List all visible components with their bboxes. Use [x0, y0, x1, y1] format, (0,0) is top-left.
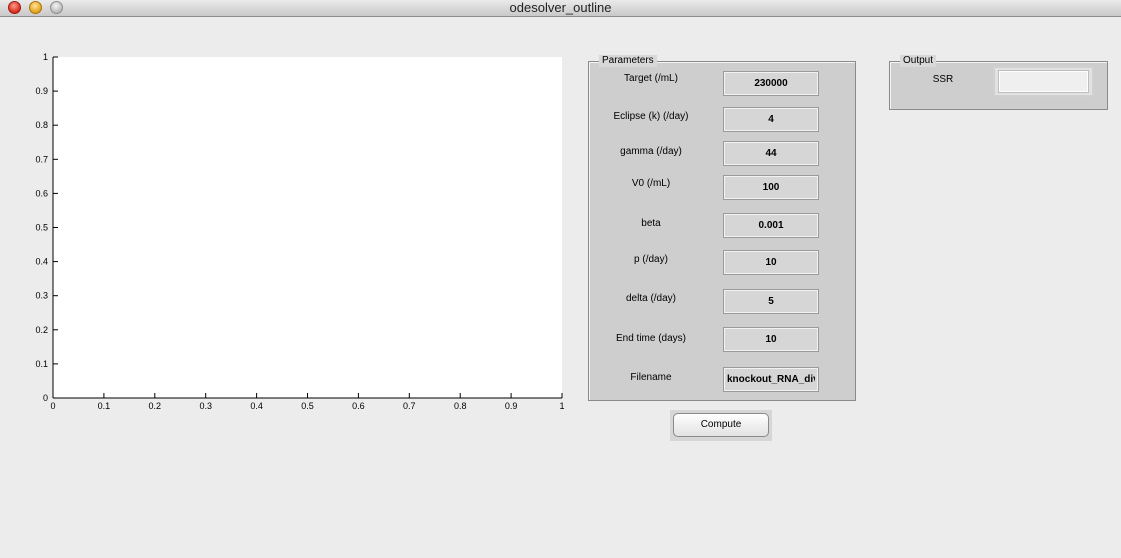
y-tick-label: 0.9	[35, 86, 48, 96]
plot-area	[53, 57, 562, 398]
y-tick-label: 0.6	[35, 188, 48, 198]
y-tick-label: 0.4	[35, 257, 48, 267]
plot-axes[interactable]: 0 0.1 0.2 0.3 0.4 0.5 0.6 0.7 0.8 0.9 1 0 0.1 0.2 0.3…	[0, 45, 580, 420]
param-input-gamma-day[interactable]	[724, 142, 818, 165]
window-titlebar: odesolver_outline	[0, 0, 1121, 17]
output-panel-title: Output	[900, 55, 937, 67]
param-input-target-ml[interactable]	[724, 72, 818, 95]
param-input-filename[interactable]	[724, 368, 818, 391]
compute-button[interactable]: Compute	[673, 413, 769, 437]
x-tick-label: 0.3	[199, 401, 212, 411]
x-tick-label: 0.4	[250, 401, 263, 411]
param-input-v0-ml[interactable]	[724, 176, 818, 199]
param-label-delta-day: delta (/day)	[625, 293, 677, 304]
param-input-delta-day[interactable]	[724, 290, 818, 313]
y-tick-label: 0.7	[35, 154, 48, 164]
x-tick-label: 0.2	[149, 401, 162, 411]
param-label-filename: Filename	[630, 372, 672, 383]
y-tick-label: 0.8	[35, 120, 48, 130]
param-input-beta[interactable]	[724, 214, 818, 237]
x-tick-label: 0.7	[403, 401, 416, 411]
param-input-p-day[interactable]	[724, 251, 818, 274]
ssr-label: SSR	[932, 74, 954, 85]
y-tick-label: 0.5	[35, 223, 48, 233]
x-tick-label: 0.5	[301, 401, 314, 411]
x-tick-label: 1	[559, 401, 564, 411]
y-tick-label: 0	[43, 393, 48, 403]
window-title: odesolver_outline	[509, 0, 612, 15]
param-input-eclipse-k-day[interactable]	[724, 108, 818, 131]
param-label-v0-ml: V0 (/mL)	[631, 178, 671, 189]
param-label-end-time-days: End time (days)	[615, 333, 687, 344]
y-tick-label: 0.2	[35, 325, 48, 335]
x-tick-label: 0	[50, 401, 55, 411]
compute-button-frame: Compute	[670, 410, 772, 441]
param-input-end-time-days[interactable]	[724, 328, 818, 351]
parameters-panel-title: Parameters	[599, 55, 657, 67]
y-tick-label: 0.1	[35, 359, 48, 369]
x-tick-label: 0.1	[98, 401, 111, 411]
ssr-field-frame	[993, 66, 1094, 97]
param-label-target-ml: Target (/mL)	[624, 73, 678, 84]
y-tick-label: 0.3	[35, 291, 48, 301]
param-label-beta: beta	[641, 218, 661, 229]
x-tick-label: 0.9	[505, 401, 518, 411]
x-tick-label: 0.6	[352, 401, 365, 411]
ssr-output-field[interactable]	[999, 71, 1088, 92]
x-tick-label: 0.8	[454, 401, 467, 411]
y-tick-label: 1	[43, 52, 48, 62]
param-label-gamma-day: gamma (/day)	[620, 146, 682, 157]
param-label-eclipse-k-day: Eclipse (k) (/day)	[613, 111, 689, 122]
param-label-p-day: p (/day)	[634, 254, 668, 265]
